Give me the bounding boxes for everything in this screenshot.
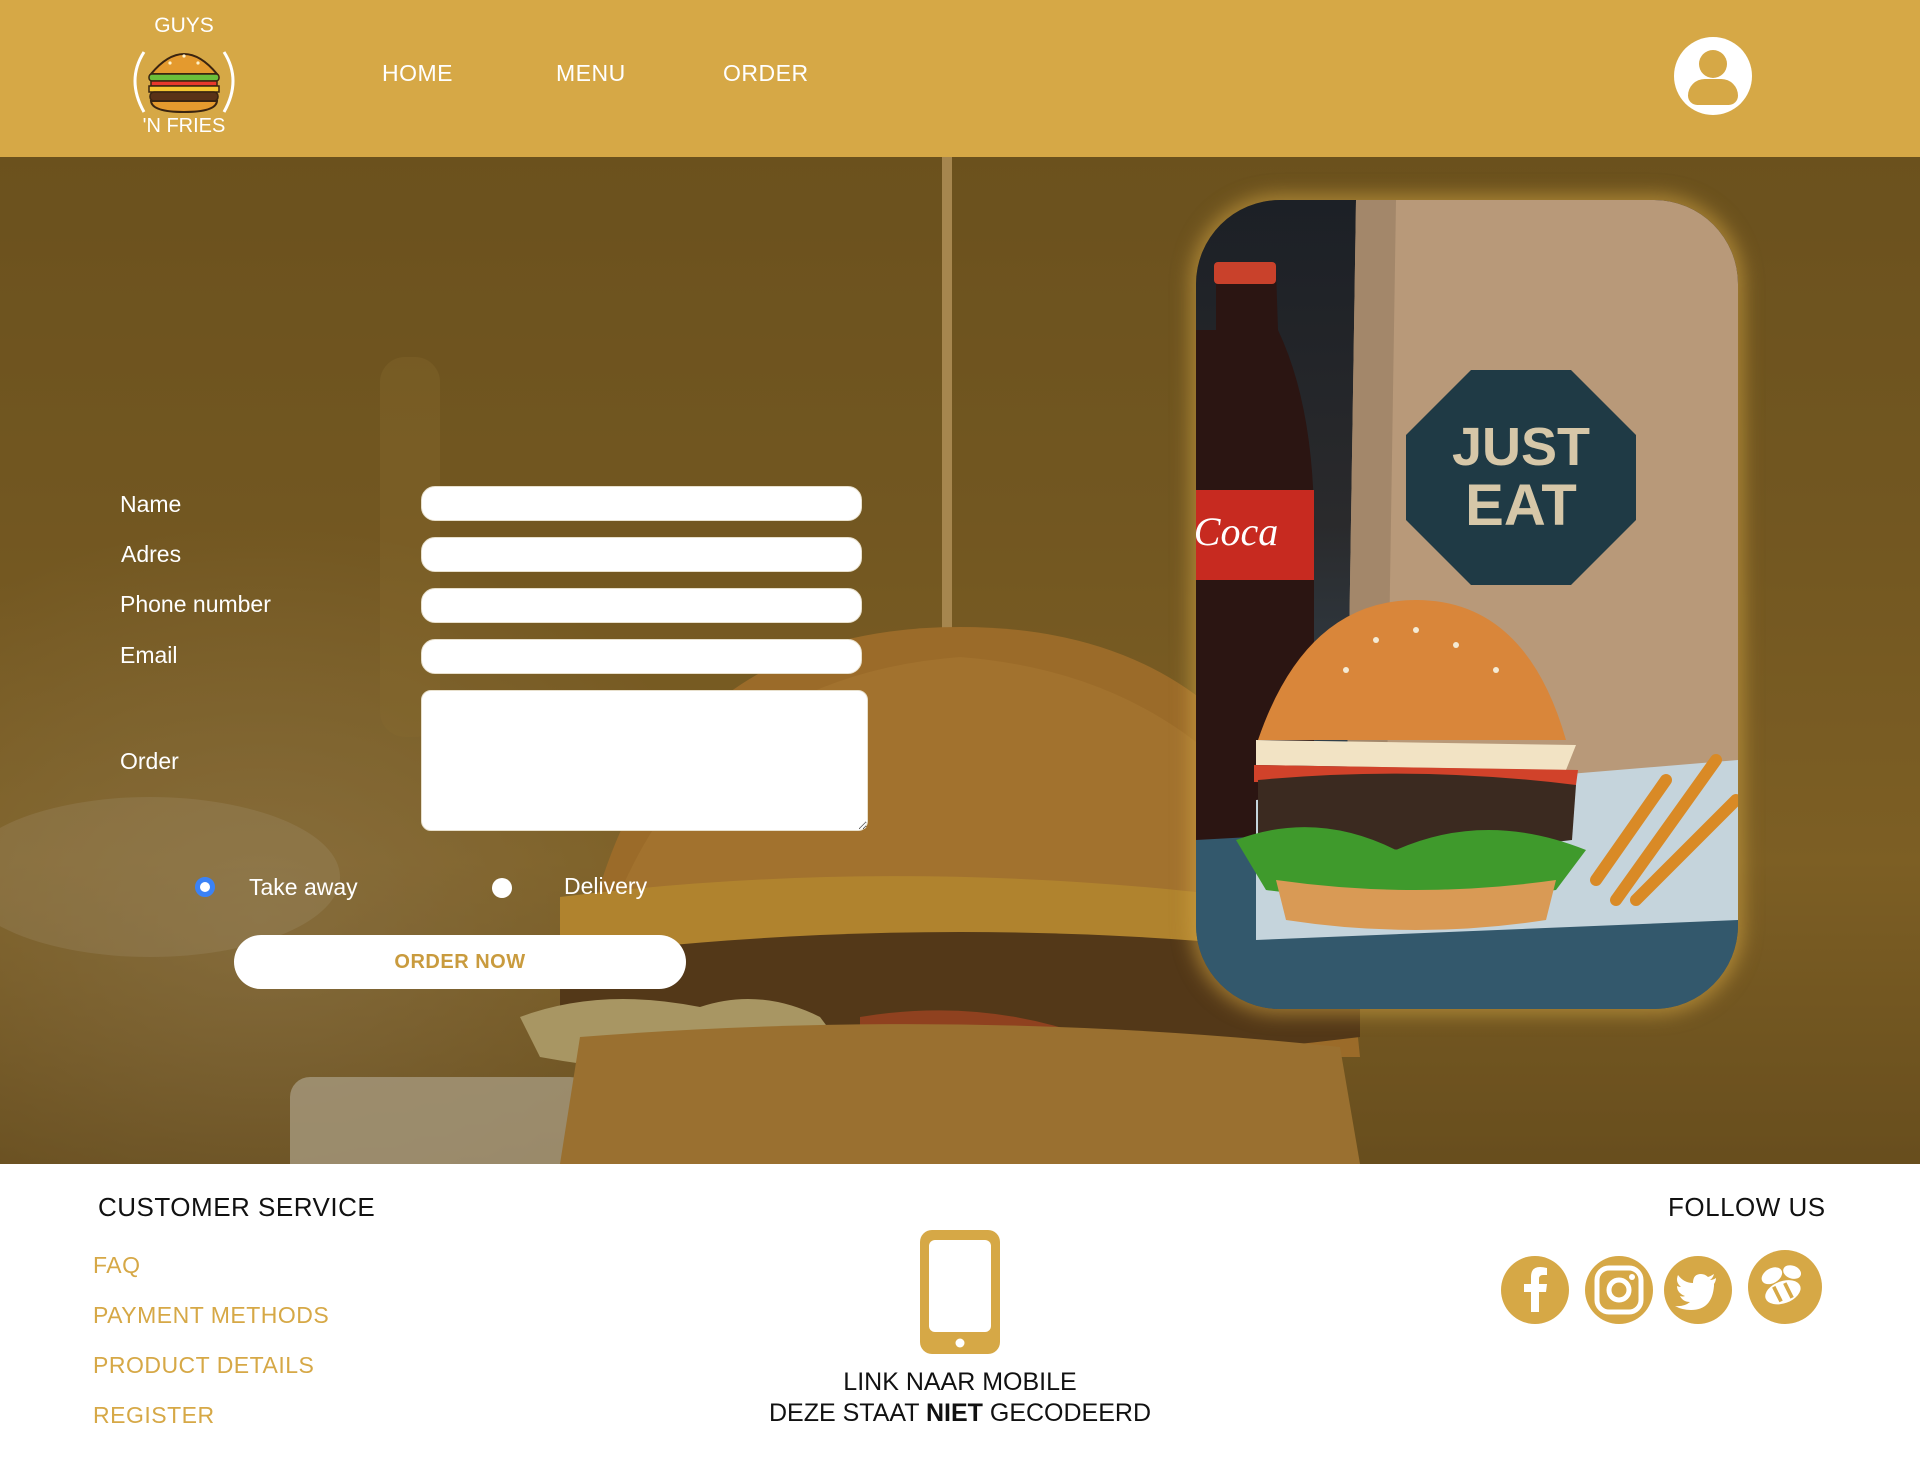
take-away-radio[interactable]	[195, 877, 215, 897]
follow-us-heading: FOLLOW US	[1668, 1192, 1826, 1222]
avatar-body	[1688, 79, 1738, 105]
order-now-button[interactable]: ORDER NOW	[234, 935, 686, 989]
twitter-icon[interactable]	[1664, 1256, 1732, 1324]
nav-menu[interactable]: MENU	[556, 60, 626, 87]
guys-n-fries-logo[interactable]: GUYS 'N FRIES	[118, 8, 250, 142]
delivery-label: Delivery	[564, 873, 648, 899]
customer-service-heading: CUSTOMER SERVICE	[98, 1192, 376, 1222]
mobile-note-bold: NIET	[925, 1399, 983, 1427]
name-label: Name	[120, 491, 182, 517]
smartphone-icon[interactable]	[918, 1228, 1002, 1356]
email-input[interactable]	[421, 639, 862, 674]
nav-order[interactable]: ORDER	[723, 60, 809, 87]
mobile-link-text[interactable]: LINK NAAR MOBILE	[700, 1368, 1220, 1397]
phone-label: Phone number	[120, 591, 271, 617]
svg-text:'N FRIES: 'N FRIES	[143, 115, 226, 137]
svg-text:EAT: EAT	[1465, 473, 1577, 538]
svg-text:GUYS: GUYS	[154, 14, 214, 37]
svg-text:JUST: JUST	[1452, 417, 1590, 477]
thuisbezorgd-icon[interactable]	[1748, 1250, 1822, 1324]
user-icon[interactable]	[1674, 37, 1752, 115]
delivery-radio[interactable]	[492, 878, 512, 898]
mobile-note-text: DEZE STAAT NIET GECODEERD	[700, 1399, 1220, 1428]
order-textarea[interactable]	[421, 690, 868, 831]
nav-home[interactable]: HOME	[382, 60, 453, 87]
product-details-link[interactable]: PRODUCT DETAILS	[93, 1352, 314, 1379]
email-label: Email	[120, 642, 178, 668]
register-link[interactable]: REGISTER	[93, 1402, 215, 1429]
address-input[interactable]	[421, 537, 862, 572]
svg-text:Coca: Coca	[1196, 509, 1278, 554]
faq-link[interactable]: FAQ	[93, 1252, 141, 1279]
avatar-head	[1699, 50, 1727, 78]
mobile-note-post: GECODEERD	[989, 1399, 1152, 1427]
address-label: Adres	[121, 541, 182, 567]
takeaway-photo: JUST EAT Coca	[1196, 200, 1738, 1009]
mobile-note-pre: DEZE STAAT	[768, 1399, 920, 1427]
top-bar: GUYS 'N FRIES HOME MENU ORDER	[0, 0, 1920, 157]
name-input[interactable]	[421, 486, 862, 521]
instagram-icon[interactable]	[1585, 1256, 1653, 1324]
phone-input[interactable]	[421, 588, 862, 623]
order-label: Order	[120, 748, 179, 774]
payment-methods-link[interactable]: PAYMENT METHODS	[93, 1302, 329, 1329]
facebook-icon[interactable]	[1501, 1256, 1569, 1324]
take-away-label: Take away	[249, 874, 358, 900]
